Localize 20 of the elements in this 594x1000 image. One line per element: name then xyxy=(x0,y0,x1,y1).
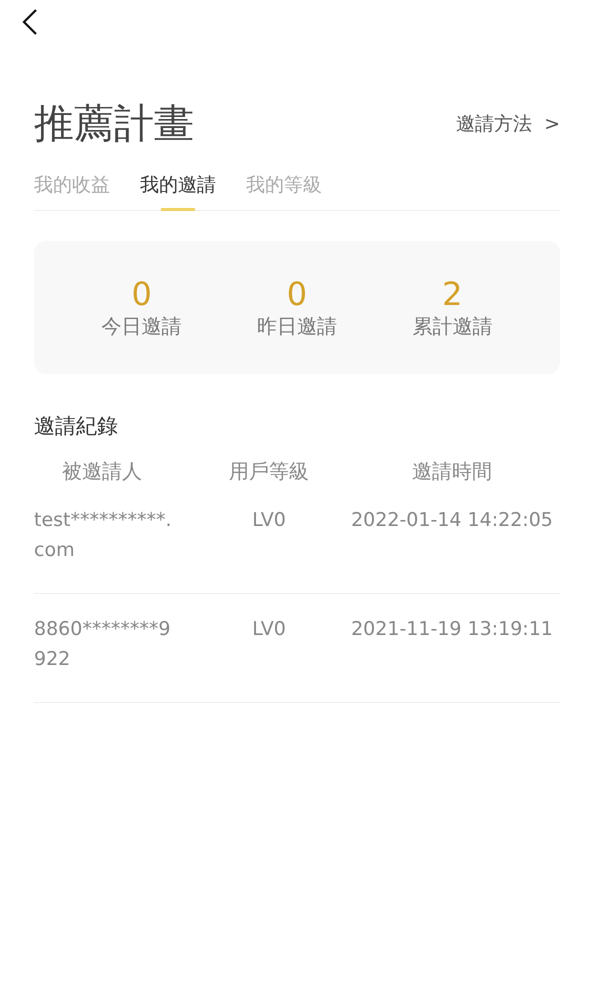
table-cell-text: LV0 xyxy=(251,617,287,642)
page-title: 推薦計畫 xyxy=(34,100,194,149)
table-cell-text: 2021-11-19 13:19:11 xyxy=(350,617,554,642)
invite-method-link[interactable]: 邀請方法 > xyxy=(456,111,560,137)
table-cell-text: 8860********9922 xyxy=(34,617,172,672)
stat-value: 2 xyxy=(442,275,462,313)
column-header: 用戶等級 xyxy=(228,458,310,485)
stat-label: 今日邀請 xyxy=(102,313,182,340)
table-cell-text: test**********.com xyxy=(34,508,173,563)
table-cell-text: 2022-01-14 14:22:05 xyxy=(350,508,554,533)
section-title: 邀請紀錄 xyxy=(34,413,119,440)
stat-value: 0 xyxy=(286,275,308,313)
column-header: 邀請時間 xyxy=(411,458,493,485)
stat-label: 昨日邀請 xyxy=(256,313,337,340)
stat-value: 0 xyxy=(131,275,152,313)
table-cell-text: LV0 xyxy=(251,508,287,533)
column-header: 被邀請人 xyxy=(61,458,143,485)
stat-label: 累計邀請 xyxy=(412,313,492,340)
back-icon[interactable] xyxy=(20,7,40,37)
tab[interactable]: 我的邀請 xyxy=(140,172,216,211)
